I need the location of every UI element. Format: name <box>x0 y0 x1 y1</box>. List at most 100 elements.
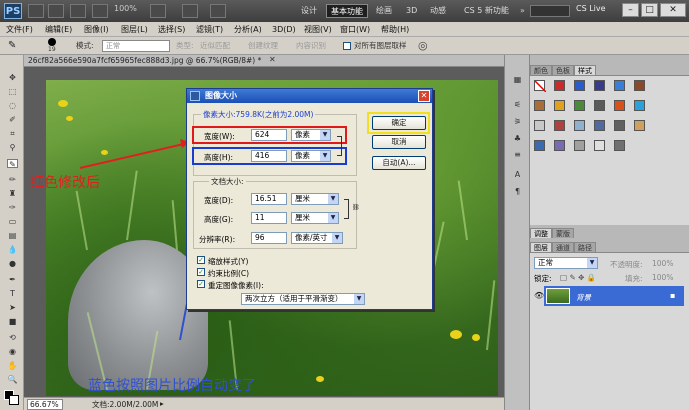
scale-styles-checkbox[interactable]: ✓ <box>197 256 205 264</box>
style-swatch[interactable] <box>534 100 545 111</box>
chevron-down-icon: ▼ <box>328 194 338 204</box>
style-swatch[interactable] <box>594 120 605 131</box>
style-swatch[interactable] <box>554 80 565 91</box>
style-swatch[interactable] <box>574 100 585 111</box>
blend-mode: 正常 <box>538 258 553 267</box>
doc-height-unit-select[interactable]: 厘米 ▼ <box>291 212 339 224</box>
link-bracket-doc <box>344 199 349 219</box>
actions-panel-icon[interactable]: ≡ <box>512 150 523 160</box>
photoshop-icon <box>190 91 200 101</box>
style-swatch[interactable] <box>614 140 625 151</box>
style-swatch[interactable] <box>614 80 625 91</box>
resample-label: 重定图像像素(I): <box>208 281 264 290</box>
scale-styles-label: 缩放样式(Y) <box>208 257 249 266</box>
no-style-icon <box>534 80 547 93</box>
chevron-down-icon: ▼ <box>587 258 597 268</box>
baidu-watermark-logo: Bai du 经验 <box>535 335 667 361</box>
style-swatch[interactable] <box>534 140 545 151</box>
style-swatch[interactable] <box>614 100 625 111</box>
blue-annotation-text: 蓝色按照图片比例自动变了 <box>88 378 256 394</box>
style-swatch[interactable] <box>554 100 565 111</box>
fill-label: 填充: <box>625 274 643 283</box>
tab-styles[interactable]: 样式 <box>574 65 596 75</box>
height-unit: 像素 <box>295 151 310 160</box>
panel-icon-strip: ▦ ⚟ ⚞ ♣ ≡ A ¶ <box>504 55 530 410</box>
width-unit-select[interactable]: 像素 ▼ <box>291 129 331 141</box>
dialog-close-button[interactable]: ✕ <box>418 90 430 102</box>
doc-width-label: 宽度(D): <box>204 196 234 205</box>
doc-width-input[interactable]: 16.51 <box>251 193 287 205</box>
fill-value[interactable]: 100% <box>652 273 673 282</box>
lock-label: 锁定: <box>534 274 552 283</box>
resample-checkbox[interactable]: ✓ <box>197 280 205 288</box>
width-unit: 像素 <box>295 130 310 139</box>
style-swatch[interactable] <box>634 100 645 111</box>
adjustments-panel-tabs: 调整 蒙版 <box>530 228 574 238</box>
width-label: 宽度(W): <box>204 132 235 141</box>
style-swatch[interactable] <box>614 120 625 131</box>
opacity-label: 不透明度: <box>610 260 643 269</box>
style-swatch[interactable] <box>574 140 585 151</box>
doc-height-input[interactable]: 11 <box>251 212 287 224</box>
auto-button[interactable]: 自动(A)... <box>372 156 426 170</box>
style-none[interactable] <box>534 80 547 93</box>
tab-adjustments[interactable]: 调整 <box>530 228 552 238</box>
tab-channels[interactable]: 通道 <box>552 242 574 252</box>
tab-color[interactable]: 颜色 <box>530 65 552 75</box>
tab-layers[interactable]: 图层 <box>530 242 552 252</box>
tab-paths[interactable]: 路径 <box>574 242 596 252</box>
tab-swatches[interactable]: 色板 <box>552 65 574 75</box>
style-swatch[interactable] <box>594 140 605 151</box>
chevron-down-icon: ▼ <box>354 294 364 304</box>
style-swatch[interactable] <box>554 120 565 131</box>
constrain-proportions-checkbox[interactable]: ✓ <box>197 268 205 276</box>
paragraph-panel-icon[interactable]: ¶ <box>512 187 523 197</box>
layer-name[interactable]: 背景 <box>576 292 591 303</box>
layers-panel-tabs: 图层 通道 路径 <box>530 242 596 252</box>
baidu-watermark-url: jingyan.baidu.com <box>565 360 658 371</box>
style-swatch[interactable] <box>594 100 605 111</box>
ok-button[interactable]: 确定 <box>372 116 426 130</box>
height-unit-select[interactable]: 像素 ▼ <box>291 150 331 162</box>
resolution-label: 分辨率(R): <box>199 235 236 244</box>
resolution-input[interactable]: 96 <box>251 232 287 244</box>
resample-method-select[interactable]: 两次立方（适用于平滑渐变） ▼ <box>241 293 365 305</box>
resolution-unit-select[interactable]: 像素/英寸 ▼ <box>291 232 343 244</box>
style-swatch[interactable] <box>594 80 605 91</box>
character-panel-icon[interactable]: A <box>512 170 523 180</box>
lock-icon: ▪ <box>670 291 676 300</box>
clone-source-icon[interactable]: ♣ <box>512 134 523 144</box>
style-swatch[interactable] <box>634 80 645 91</box>
doc-height-label: 高度(G): <box>204 215 234 224</box>
style-swatch[interactable] <box>574 120 585 131</box>
styles-panel-tabs: 颜色 色板 样式 <box>530 65 596 75</box>
brush-presets-icon[interactable]: ⚞ <box>512 117 523 127</box>
style-swatch[interactable] <box>534 120 545 131</box>
constrain-proportions-label: 约束比例(C) <box>208 269 250 278</box>
height-input[interactable]: 416 <box>251 150 287 162</box>
pixel-dimensions-label: 像素大小:759.8K(之前为2.00M) <box>201 109 316 120</box>
brush-panel-icon[interactable]: ⚟ <box>512 100 523 110</box>
style-swatch[interactable] <box>634 120 645 131</box>
red-arrow-line <box>79 142 189 169</box>
doc-width-unit: 厘米 <box>295 194 310 203</box>
chevron-down-icon: ▼ <box>328 213 338 223</box>
tab-masks[interactable]: 蒙版 <box>552 228 574 238</box>
cancel-button[interactable]: 取消 <box>372 135 426 149</box>
style-swatch[interactable] <box>554 140 565 151</box>
height-label: 高度(H): <box>204 153 234 162</box>
layer-visibility-eye-icon[interactable]: 👁 <box>534 291 544 300</box>
chevron-down-icon: ▼ <box>320 151 330 161</box>
lock-icons[interactable]: □ ✎ ✥ 🔒 <box>560 273 596 282</box>
opacity-value[interactable]: 100% <box>652 259 673 268</box>
style-swatch[interactable] <box>574 80 585 91</box>
resample-method: 两次立方（适用于平滑渐变） <box>245 294 343 303</box>
chevron-down-icon: ▼ <box>320 130 330 140</box>
blend-mode-select[interactable]: 正常 ▼ <box>534 257 598 269</box>
width-input[interactable]: 624 <box>251 129 287 141</box>
history-panel-icon[interactable]: ▦ <box>512 75 523 85</box>
resolution-unit: 像素/英寸 <box>295 233 328 242</box>
chain-link-icon: ⛓ <box>352 204 360 211</box>
doc-width-unit-select[interactable]: 厘米 ▼ <box>291 193 339 205</box>
pixel-dimensions-group <box>193 114 357 176</box>
